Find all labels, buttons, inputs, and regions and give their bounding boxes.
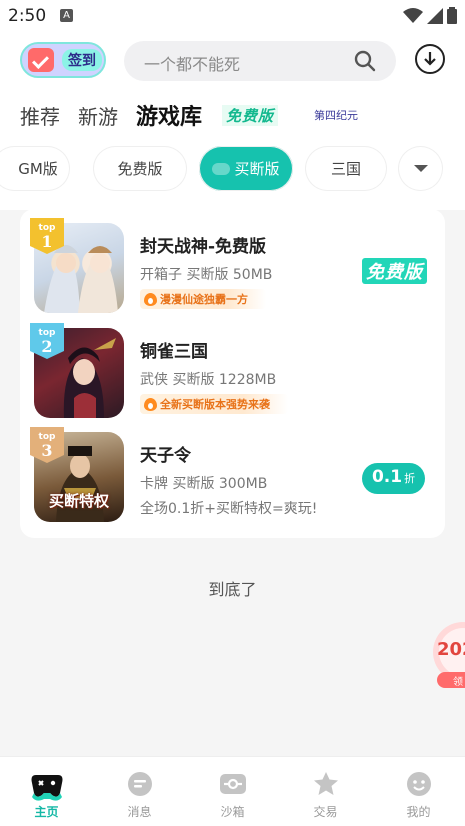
rank-number: 2 <box>41 337 53 356</box>
battery-icon <box>447 7 457 24</box>
fire-icon <box>144 292 157 306</box>
tab-new-games[interactable]: 新游 <box>78 101 118 130</box>
search-input[interactable]: 一个都不能死 <box>124 41 396 81</box>
gamepad-icon <box>31 775 62 801</box>
game-tag: 漫漫仙途独霸一方 <box>140 289 266 309</box>
nav-messages[interactable]: 消息 <box>93 757 186 826</box>
game-meta: 武侠 买断版 1228MB <box>140 372 277 388</box>
game-name: 封天战神-免费版 <box>140 237 267 257</box>
chip-label: 买断版 <box>234 160 280 178</box>
status-time: 2:50 <box>8 6 47 26</box>
game-row[interactable]: top 2 铜雀三国 武侠 买断版 1228MB 全新买断版本强势来袭 <box>20 314 445 418</box>
discount-unit: 折 <box>404 472 416 485</box>
discount-value: 0.1 <box>371 467 403 487</box>
game-icon-text: 买断特权 <box>48 492 109 510</box>
notification-icon: A <box>60 9 73 22</box>
chip-label: GM版 <box>18 160 58 178</box>
signal-icon <box>427 7 443 24</box>
game-tag-text: 漫漫仙途独霸一方 <box>160 293 248 306</box>
rank-badge: top 3 <box>30 427 64 463</box>
promo-sub: 领 <box>453 677 463 688</box>
nav-label: 消息 <box>127 805 152 819</box>
chevron-down-icon[interactable] <box>398 146 443 191</box>
game-row[interactable]: top 1 封天战神-免费版 开箱子 买断版 50MB 漫漫仙途独霸一方 免费版 <box>20 209 445 313</box>
chip-buyout[interactable]: 买断版 <box>199 146 293 191</box>
game-list: top 1 封天战神-免费版 开箱子 买断版 50MB 漫漫仙途独霸一方 免费版… <box>20 209 445 538</box>
signin-button[interactable]: 签到 <box>20 42 106 78</box>
rank-number: 1 <box>41 232 53 251</box>
promo-text: 202 <box>437 639 465 660</box>
message-icon <box>127 772 152 796</box>
end-of-list-text: 到底了 <box>208 580 257 599</box>
status-icons <box>403 7 457 24</box>
chip-label: 免费版 <box>117 160 163 178</box>
nav-label: 交易 <box>313 805 338 819</box>
game-name: 铜雀三国 <box>140 342 208 362</box>
rank-badge: top 2 <box>30 323 64 359</box>
search-placeholder: 一个都不能死 <box>144 55 241 74</box>
calendar-icon <box>28 48 54 72</box>
game-name: 天子令 <box>140 446 191 466</box>
game-tag-text: 全新买断版本强势来袭 <box>160 398 270 411</box>
floating-promo[interactable]: 202 领 <box>433 622 465 688</box>
chip-label: 三国 <box>330 160 361 178</box>
bottom-nav: 主页 消息 沙箱 交易 我的 <box>0 756 465 826</box>
nav-label: 沙箱 <box>220 805 245 819</box>
category-chips: GM版 免费版 买断版 三国 <box>0 146 465 192</box>
game-meta: 卡牌 买断版 300MB <box>140 476 268 492</box>
chip-free[interactable]: 免费版 <box>93 146 187 191</box>
gamepad-icon <box>212 162 231 175</box>
fire-icon <box>144 397 157 411</box>
discount-badge[interactable]: 0.1 折 <box>362 463 425 494</box>
nav-sandbox[interactable]: 沙箱 <box>186 757 279 826</box>
chip-three-kingdoms[interactable]: 三国 <box>305 146 387 191</box>
signin-label: 签到 <box>62 49 102 71</box>
nav-label: 我的 <box>406 805 431 819</box>
status-bar: 2:50 A <box>0 0 465 30</box>
tab-game-library[interactable]: 游戏库 <box>136 99 202 131</box>
wifi-icon <box>403 7 423 23</box>
nav-home[interactable]: 主页 <box>0 757 93 826</box>
game-meta: 开箱子 买断版 50MB <box>140 267 273 283</box>
game-subtitle: 全场0.1折+买断特权=爽玩! <box>140 501 318 517</box>
smiley-icon <box>406 772 431 796</box>
rank-number: 3 <box>41 441 53 460</box>
free-version-badge: 免费版 <box>362 258 427 284</box>
nav-label: 主页 <box>34 805 59 819</box>
download-icon[interactable] <box>415 44 445 74</box>
tab-recommend[interactable]: 推荐 <box>20 101 60 130</box>
sandbox-icon <box>219 774 246 794</box>
rank-badge: top 1 <box>30 218 64 254</box>
tab-free-version[interactable]: 免费版 <box>222 104 279 126</box>
top-tabs: 推荐 新游 游戏库 免费版 第四纪元 <box>20 100 376 130</box>
tab-fourth-era[interactable]: 第四纪元 <box>314 107 358 123</box>
header: 签到 一个都不能死 推荐 新游 游戏库 免费版 第四纪元 GM版 免费版 买断版 <box>0 30 465 210</box>
nav-profile[interactable]: 我的 <box>372 757 465 826</box>
game-tag: 全新买断版本强势来袭 <box>140 394 288 414</box>
search-icon[interactable] <box>354 50 376 72</box>
chip-gm[interactable]: GM版 <box>0 146 70 191</box>
nav-trade[interactable]: 交易 <box>279 757 372 826</box>
trade-icon <box>313 772 338 795</box>
